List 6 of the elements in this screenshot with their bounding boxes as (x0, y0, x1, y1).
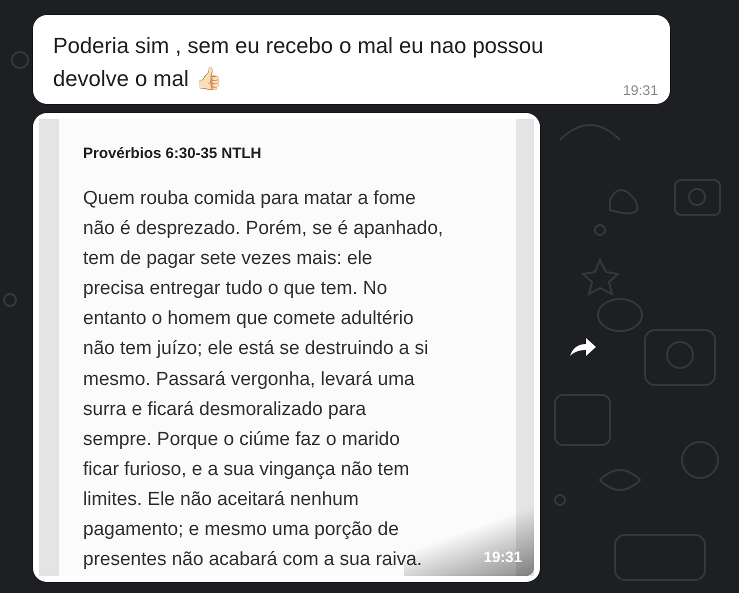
message-time: 19:31 (622, 82, 658, 98)
verse-text: Quem rouba comida para matar a fome não é desprezado. Porém, se é apanhado, tem de pagar sete vezes mais: ele precisa entregar tudo o que tem. No entanto o homem que comete adultério não tem juízo; ele está se destruindo a si mesmo. Passará vergonha, levará uma surra e ficará desmoralizado para sempre. Porque o ciúme faz o marido ficar furioso, e a sua vingança não tem limites. Ele não aceitará nenhum pagamento; e mesmo uma porção de presentes não acabará com a sua raiva. (83, 187, 444, 572)
verse-reference: Provérbios 6:30-35 NTLH (83, 145, 262, 162)
forward-icon[interactable] (568, 336, 598, 358)
message-text: Poderia sim , sem eu recebo o mal eu nao possou devolve o mal 👍🏻 (53, 32, 544, 93)
message-time: 19:31 (484, 549, 522, 566)
